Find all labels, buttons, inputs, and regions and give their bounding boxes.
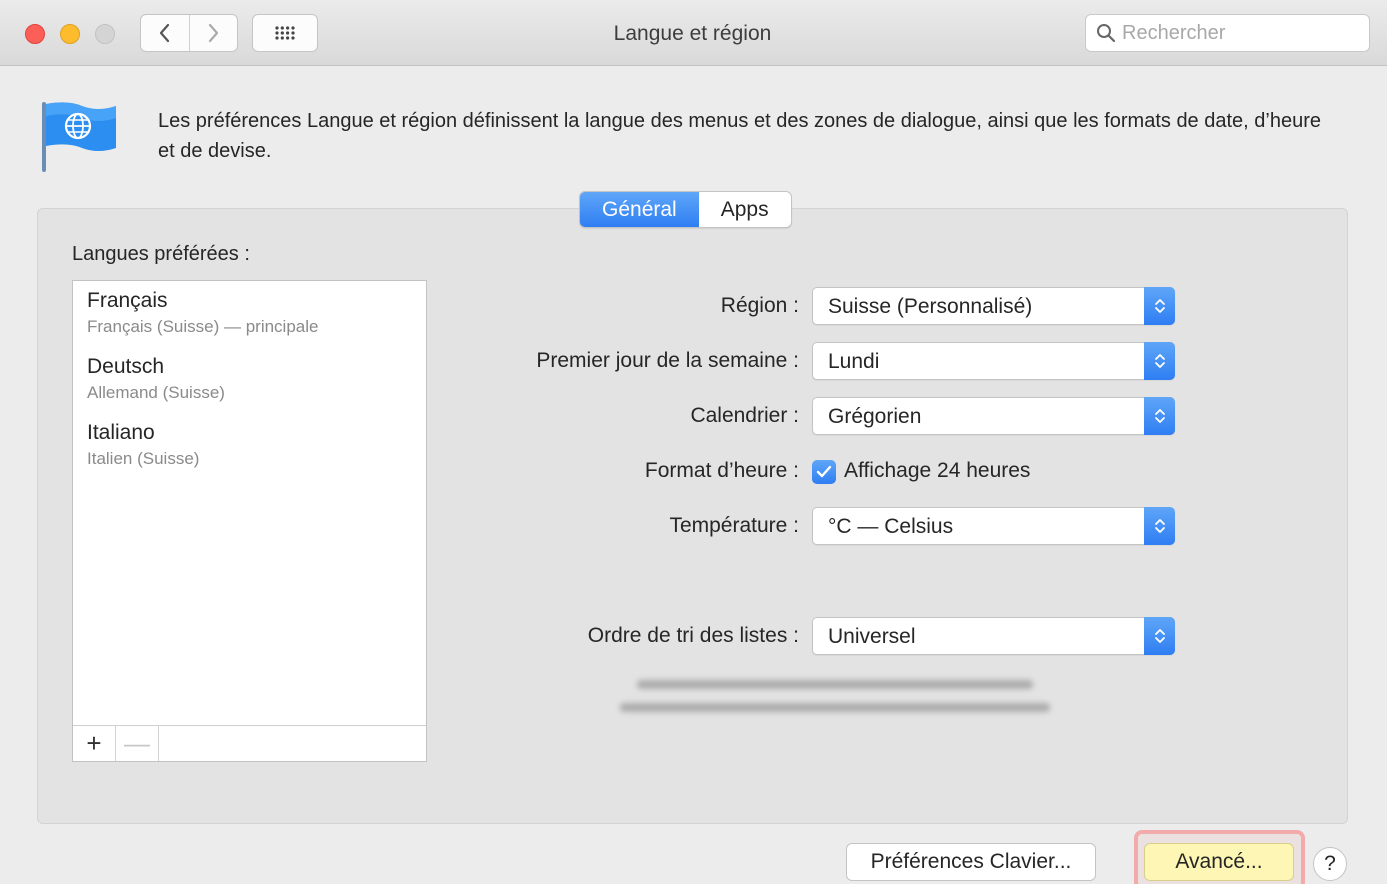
help-button[interactable]: ? xyxy=(1313,847,1347,881)
forward-button[interactable] xyxy=(188,15,238,51)
show-all-button[interactable] xyxy=(252,14,318,52)
search-input[interactable] xyxy=(1122,21,1352,45)
chevron-updown-icon xyxy=(1144,507,1175,545)
preferred-languages-label: Langues préférées : xyxy=(72,243,250,265)
24-hour-checkbox-label[interactable]: Affichage 24 heures xyxy=(844,459,1030,483)
calendar-value: Grégorien xyxy=(828,405,922,428)
time-format-label: Format d’heure : xyxy=(644,459,799,482)
24-hour-checkbox[interactable] xyxy=(812,460,836,484)
sort-order-label: Ordre de tri des listes : xyxy=(587,624,799,647)
keyboard-preferences-button[interactable]: Préférences Clavier... xyxy=(846,843,1096,881)
close-window-button[interactable] xyxy=(25,24,45,44)
temperature-select[interactable]: °C — Celsius xyxy=(812,507,1175,545)
first-day-label: Premier jour de la semaine : xyxy=(536,349,799,372)
title-bar: Langue et région xyxy=(0,0,1387,66)
tab-bar: Général Apps xyxy=(579,191,792,228)
search-field[interactable] xyxy=(1085,14,1370,52)
chevron-updown-icon xyxy=(1144,397,1175,435)
zoom-window-button[interactable] xyxy=(95,24,115,44)
temperature-label: Température : xyxy=(669,514,799,537)
navigation-buttons xyxy=(140,14,238,52)
grid-icon xyxy=(275,26,295,40)
advanced-button[interactable]: Avancé... xyxy=(1144,843,1294,881)
minimize-window-button[interactable] xyxy=(60,24,80,44)
chevron-updown-icon xyxy=(1144,287,1175,325)
language-detail: Allemand (Suisse) xyxy=(87,383,225,402)
format-preview-blurred xyxy=(620,680,1050,730)
sort-order-select[interactable]: Universel xyxy=(812,617,1175,655)
language-name: Français xyxy=(87,289,168,312)
calendar-select[interactable]: Grégorien xyxy=(812,397,1175,435)
list-item[interactable]: Italiano Italien (Suisse) xyxy=(73,413,426,479)
tab-apps[interactable]: Apps xyxy=(699,192,791,227)
chevron-updown-icon xyxy=(1144,342,1175,380)
region-value: Suisse (Personnalisé) xyxy=(828,295,1033,318)
region-label: Région : xyxy=(720,294,799,317)
list-item[interactable]: Français Français (Suisse) — principale xyxy=(73,281,426,347)
list-item[interactable]: Deutsch Allemand (Suisse) xyxy=(73,347,426,413)
back-button[interactable] xyxy=(141,15,189,51)
temperature-value: °C — Celsius xyxy=(828,515,954,538)
preferred-languages-list[interactable]: Français Français (Suisse) — principale … xyxy=(72,280,427,762)
header-description: Les préférences Langue et région définis… xyxy=(158,110,1321,162)
flag-globe-icon xyxy=(38,98,118,174)
remove-language-button[interactable]: — xyxy=(116,726,159,761)
first-day-select[interactable]: Lundi xyxy=(812,342,1175,380)
region-select[interactable]: Suisse (Personnalisé) xyxy=(812,287,1175,325)
language-detail: Italien (Suisse) xyxy=(87,449,200,468)
window-title: Langue et région xyxy=(613,22,772,45)
tab-general[interactable]: Général xyxy=(580,192,699,227)
search-icon xyxy=(1097,24,1116,43)
add-language-button[interactable]: + xyxy=(73,726,116,761)
sort-order-value: Universel xyxy=(828,625,916,648)
language-name: Deutsch xyxy=(87,355,165,378)
language-detail: Français (Suisse) — principale xyxy=(87,317,319,336)
chevron-right-icon xyxy=(209,23,219,43)
chevron-updown-icon xyxy=(1144,617,1175,655)
calendar-label: Calendrier : xyxy=(690,404,799,427)
checkmark-icon xyxy=(816,465,832,478)
language-name: Italiano xyxy=(87,421,155,444)
list-toolbar: + — xyxy=(73,725,426,761)
first-day-value: Lundi xyxy=(828,350,880,373)
chevron-left-icon xyxy=(159,23,169,43)
